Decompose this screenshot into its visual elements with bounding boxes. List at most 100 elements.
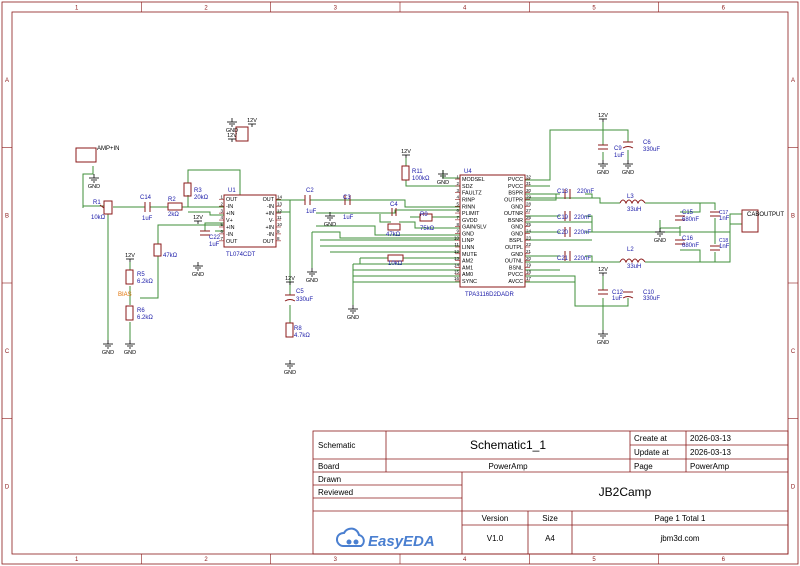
pin-number: 26 — [526, 215, 532, 220]
c4-ref: C4 — [390, 202, 398, 208]
pin-name: SYNC — [462, 279, 477, 285]
version-label: Version — [482, 514, 509, 523]
c3-ref: C3 — [343, 195, 351, 201]
power-12v-label: 12V — [193, 215, 203, 221]
r5-value: 6.2kΩ — [137, 279, 153, 285]
pin-number: 6 — [456, 208, 459, 213]
schematic-label: Schematic — [318, 441, 355, 450]
c5-value: 330uF — [296, 297, 313, 303]
frame-column-marker: 3 — [334, 6, 338, 12]
pin-number: 2 — [220, 201, 223, 206]
power-12v-label: 12V — [598, 113, 608, 119]
ground-label: GND — [597, 340, 609, 346]
c21-value: 220nF — [574, 256, 591, 262]
pin-name: OUT — [226, 197, 238, 203]
ground-label: GND — [622, 170, 634, 176]
pin-number: 10 — [454, 235, 460, 240]
pin-name: AM2 — [462, 259, 473, 265]
ground-symbol: GND — [102, 340, 114, 356]
schematic-title: Schematic1_1 — [470, 438, 546, 452]
c19-value: 220nF — [574, 215, 591, 221]
pin-number: 3 — [456, 188, 459, 193]
frame-column-marker: 4 — [463, 557, 467, 563]
board-value: PowerAmp — [488, 462, 528, 471]
r9-ref: R9 — [420, 212, 428, 218]
easyeda-logo: EasyEDA — [336, 527, 435, 550]
r8-value: 4.7kΩ — [294, 333, 310, 339]
pin-number: 19 — [526, 263, 532, 268]
c6-value: 330uF — [643, 147, 660, 153]
pin-number: 30 — [526, 188, 532, 193]
pin-name: BSNR — [508, 218, 523, 224]
frame-column-marker: 2 — [204, 6, 208, 12]
pin-name: OUTNR — [504, 211, 523, 217]
c14-value: 1uF — [142, 216, 153, 222]
pin-number: 28 — [526, 201, 532, 206]
pin-name: -IN — [226, 232, 233, 238]
amp-in-label: AMP+IN — [97, 146, 120, 152]
ground-label: GND — [654, 238, 666, 244]
pin-name: OUT — [263, 197, 275, 203]
pin-number: 15 — [454, 269, 460, 274]
frame-column-marker: 1 — [75, 557, 79, 563]
power-12v-symbol: 12V — [125, 253, 135, 262]
frame-row-marker: A — [791, 78, 795, 84]
update-date: 2026-03-13 — [690, 448, 731, 457]
pin-number: 5 — [456, 201, 459, 206]
pin-name: -IN — [267, 204, 274, 210]
pin-name: GND — [511, 231, 523, 237]
r9-value: 75kΩ — [420, 226, 435, 232]
pin-name: OUT — [226, 239, 238, 245]
pin-name: OUTPL — [505, 245, 523, 251]
c2-value: 1uF — [306, 209, 317, 215]
pin-name: BSNL — [509, 265, 523, 271]
pin-number: 9 — [456, 229, 459, 234]
pin-number: 4 — [456, 195, 459, 200]
board-label: Board — [318, 462, 339, 471]
page-count: Page 1 Total 1 — [654, 514, 706, 523]
power-12v-symbol: 12V — [247, 118, 257, 127]
pin-name: RINN — [462, 204, 475, 210]
pin-number: 32 — [526, 174, 532, 179]
pin-name: RINP — [462, 197, 475, 203]
r1-ref: R1 — [93, 200, 101, 206]
ground-label: GND — [347, 315, 359, 321]
pin-number: 13 — [277, 201, 283, 206]
pin-name: MODSEL — [462, 177, 485, 183]
l3-value: 33uH — [627, 207, 641, 213]
r4-value: 47kΩ — [163, 253, 178, 259]
ground-label: GND — [284, 370, 296, 376]
pin-number: 2 — [456, 181, 459, 186]
pin-number: 3 — [220, 208, 223, 213]
frame-column-marker: 1 — [75, 6, 79, 12]
pin-name: AVCC — [508, 279, 523, 285]
frame-column-marker: 2 — [204, 557, 208, 563]
power-12v-symbol: 12V — [401, 149, 411, 158]
pin-number: 31 — [526, 181, 532, 186]
ground-label: GND — [102, 350, 114, 356]
page-label: Page — [634, 462, 653, 471]
size-value: A4 — [545, 534, 555, 543]
frame-row-marker: C — [791, 349, 796, 355]
pin-number: 27 — [526, 208, 532, 213]
create-date: 2026-03-13 — [690, 434, 731, 443]
frame-column-marker: 6 — [722, 6, 726, 12]
pin-name: LINP — [462, 238, 474, 244]
power-12v-label: 12V — [227, 133, 237, 139]
c20-ref: C20 — [557, 230, 569, 236]
c15-value: 680nF — [682, 217, 699, 223]
power-12v-symbol: 12V — [598, 267, 608, 276]
frame-grid-marks: 112233445566A AB BC CD D — [2, 2, 798, 564]
r2-ref: R2 — [168, 197, 176, 203]
ground-symbol: GND — [324, 212, 336, 228]
frame-column-marker: 5 — [592, 557, 596, 563]
c3-value: 1uF — [343, 215, 354, 221]
pin-name: BSPL — [509, 238, 523, 244]
pin-name: OUTPR — [504, 197, 523, 203]
power-12v-label: 12V — [285, 276, 295, 282]
ground-label: GND — [597, 170, 609, 176]
r6-value: 6.2kΩ — [137, 315, 153, 321]
u4-ref: U4 — [464, 169, 472, 175]
pin-name: FAULTZ — [462, 191, 482, 197]
c6-ref: C6 — [643, 140, 651, 146]
